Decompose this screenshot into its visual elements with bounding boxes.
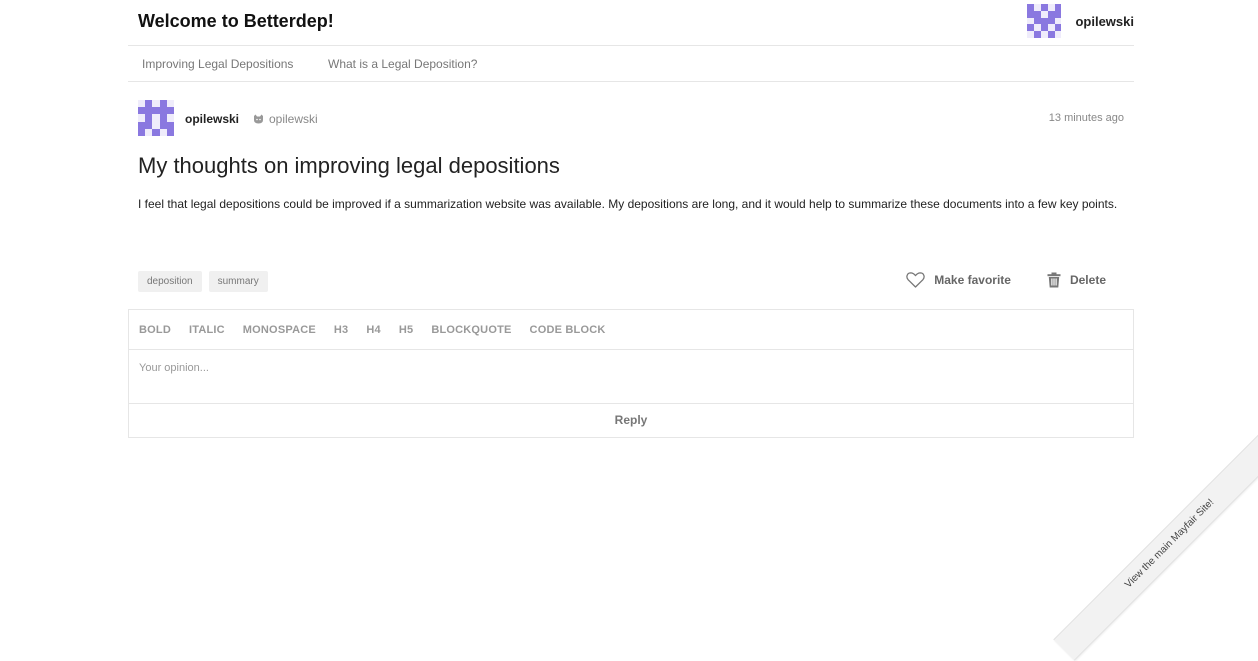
- mayfair-site-ribbon[interactable]: View the main Mayfair Site!: [1053, 427, 1258, 661]
- post-actions: Make favorite Delete: [906, 272, 1106, 288]
- topic-nav: Improving Legal Depositions What is a Le…: [128, 46, 1134, 82]
- nav-item-improving-legal-depositions[interactable]: Improving Legal Depositions: [142, 57, 293, 71]
- reply-button[interactable]: Reply: [129, 404, 1133, 436]
- opinion-input[interactable]: [129, 350, 1133, 404]
- site-header: Welcome to Betterdep! opilewski: [128, 0, 1134, 46]
- github-link[interactable]: opilewski: [253, 112, 318, 126]
- h4-button[interactable]: H4: [366, 324, 380, 336]
- app-container: Welcome to Betterdep! opilewski Improvin…: [128, 0, 1134, 438]
- tag-summary[interactable]: summary: [208, 271, 268, 292]
- nav-item-what-is-a-legal-deposition[interactable]: What is a Legal Deposition?: [328, 57, 477, 71]
- author-avatar[interactable]: [138, 100, 174, 136]
- blockquote-button[interactable]: BLOCKQUOTE: [431, 324, 511, 336]
- make-favorite-label: Make favorite: [934, 273, 1011, 287]
- github-icon: [254, 114, 263, 124]
- tag-deposition[interactable]: deposition: [138, 271, 202, 292]
- reply-editor: BOLD ITALIC MONOSPACE H3 H4 H5 BLOCKQUOT…: [128, 309, 1134, 438]
- make-favorite-button[interactable]: Make favorite: [906, 272, 1011, 288]
- post-author[interactable]: opilewski: [185, 112, 239, 126]
- heart-icon: [906, 272, 926, 288]
- delete-label: Delete: [1069, 273, 1106, 287]
- post-timestamp: 13 minutes ago: [1048, 112, 1124, 124]
- delete-button[interactable]: Delete: [1047, 272, 1106, 288]
- post-header: opilewski opilewski 13 minutes ago: [138, 100, 1124, 136]
- italic-button[interactable]: ITALIC: [189, 324, 225, 336]
- site-title: Welcome to Betterdep!: [138, 11, 334, 31]
- post-title: My thoughts on improving legal depositio…: [138, 153, 560, 178]
- header-avatar[interactable]: [1027, 4, 1062, 38]
- post-body: I feel that legal depositions could be i…: [138, 197, 1118, 211]
- user-menu[interactable]: opilewski: [1027, 4, 1134, 38]
- h3-button[interactable]: H3: [334, 324, 348, 336]
- post-tags: deposition summary: [138, 271, 268, 292]
- trash-icon: [1047, 272, 1061, 288]
- bold-button[interactable]: BOLD: [139, 324, 171, 336]
- editor-toolbar: BOLD ITALIC MONOSPACE H3 H4 H5 BLOCKQUOT…: [129, 310, 1133, 350]
- h5-button[interactable]: H5: [399, 324, 413, 336]
- github-handle[interactable]: opilewski: [269, 112, 318, 126]
- header-username[interactable]: opilewski: [1075, 14, 1134, 29]
- code-block-button[interactable]: CODE BLOCK: [530, 324, 606, 336]
- monospace-button[interactable]: MONOSPACE: [243, 324, 316, 336]
